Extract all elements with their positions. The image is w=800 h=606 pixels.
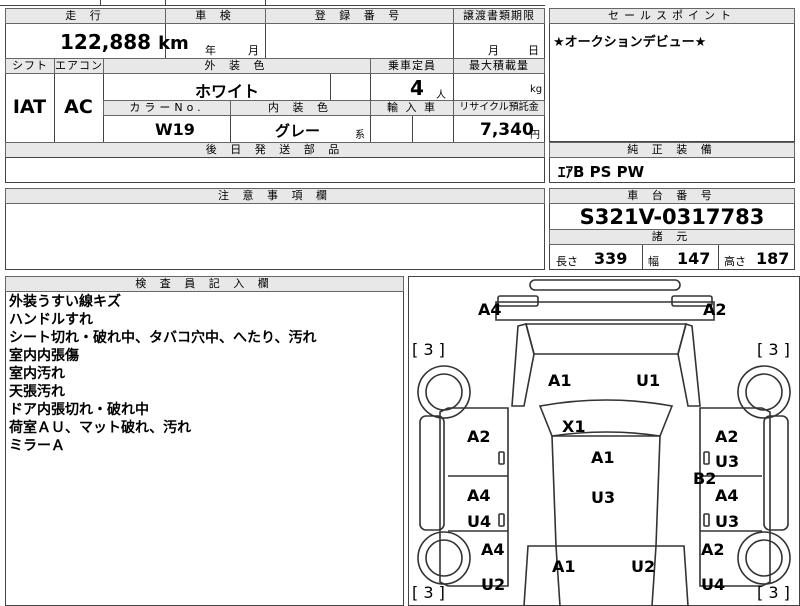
genuine-equipment-header: 純 正 装 備 [549, 142, 795, 158]
damage-right-rear-door-u: U3 [715, 512, 740, 531]
remark-line: 外装うすい線キズ [9, 294, 121, 310]
damage-left-front-door: A2 [467, 427, 491, 446]
damage-hood-left: A1 [548, 371, 572, 390]
import-car-header: 輸 入 車 [370, 100, 454, 116]
hood-shape [524, 323, 688, 355]
registration-header: 登 録 番 号 [265, 8, 454, 24]
damage-hood-right: U1 [636, 371, 661, 390]
tire-depth-rear-right: [ 3 ] [757, 583, 790, 602]
transfer-day-unit: 日 [528, 44, 539, 57]
tire-depth-front-left: [ 3 ] [412, 340, 445, 359]
mileage-number: 122,888 [60, 30, 152, 54]
chassis-header: 車 台 番 号 [549, 188, 795, 204]
mileage-header: 走 行 [5, 8, 166, 24]
damage-roof-lower: U3 [591, 488, 616, 507]
damage-right-front-door-a: A2 [715, 427, 739, 446]
damage-rear-left: A1 [552, 557, 576, 576]
recycle-fee-header: リサイクル預託金 [453, 100, 545, 116]
remark-line: 天張汚れ [9, 384, 65, 400]
mileage-unit: km [158, 33, 189, 54]
damage-right-rear-a: A2 [701, 540, 725, 559]
damage-left-rear-a: A4 [481, 540, 505, 559]
inspection-header: 車 検 [165, 8, 266, 24]
capacity-unit: 人 [436, 90, 446, 101]
windshield-shape [538, 399, 674, 437]
damage-right-b-pillar: B2 [693, 469, 717, 488]
remark-line: シート切れ・破れ中、タバコ穴中、へたり、汚れ [9, 330, 317, 346]
transfer-doc-header: 譲渡書類期限 [453, 8, 545, 24]
shift-value: IAT [12, 96, 47, 118]
damage-windshield: X1 [562, 417, 586, 436]
interior-color-header: 内 装 色 [230, 100, 371, 116]
tire-depth-rear-left: [ 3 ] [412, 583, 445, 602]
remark-line: ミラーＡ [9, 438, 65, 454]
damage-left-rear-door-a: A4 [467, 486, 491, 505]
damage-right-rear-u: U4 [701, 575, 726, 594]
front-grille-shape [495, 301, 715, 321]
remark-line: 荷室ＡＵ、マット破れ、汚れ [9, 420, 192, 436]
later-parts-header: 後 日 発 送 部 品 [5, 142, 545, 158]
remark-line: ハンドルすれ [9, 312, 93, 328]
remark-line: ドア内張切れ・破れ中 [9, 402, 149, 418]
width-label: 幅 [648, 255, 659, 268]
recycle-fee-unit: 円 [530, 130, 540, 141]
aircon-header: エアコン [54, 58, 104, 74]
inspection-year-unit: 年 [205, 44, 216, 57]
height-value: 187 [756, 249, 790, 268]
mileage-value: 122,888 km [60, 30, 189, 54]
sales-point-box [549, 8, 795, 142]
genuine-equipment-value: ｴｱB PS PW [558, 163, 645, 181]
exterior-color-header: 外 装 色 [103, 58, 371, 74]
damage-rear-right: U2 [631, 557, 656, 576]
shift-header: シフト [5, 58, 55, 74]
width-value: 147 [677, 249, 711, 268]
tire-depth-front-right: [ 3 ] [757, 340, 790, 359]
transfer-month-unit: 月 [488, 44, 499, 57]
exterior-color-value: ホワイト [195, 82, 260, 101]
recycle-fee-value: 7,340 [480, 120, 534, 140]
damage-roof-main: A1 [591, 448, 615, 467]
color-no-value: W19 [155, 120, 195, 139]
damage-left-rear-door-u: U4 [467, 512, 492, 531]
capacity-header: 乗車定員 [370, 58, 454, 74]
remark-line: 室内汚れ [9, 366, 65, 382]
max-load-header: 最大積載量 [453, 58, 545, 74]
inspection-month-unit: 月 [248, 44, 259, 57]
color-no-header: カラーNo. [103, 100, 231, 116]
spec-header: 諸 元 [549, 229, 795, 245]
aircon-value: AC [64, 96, 93, 118]
damage-right-rear-door-a: A4 [715, 486, 739, 505]
interior-color-suffix: 系 [355, 130, 365, 141]
max-load-unit: kg [530, 84, 543, 95]
notes-header: 注 意 事 項 欄 [5, 188, 545, 204]
damage-right-front-door-u: U3 [715, 452, 740, 471]
remark-line: 室内内張傷 [9, 348, 79, 364]
length-value: 339 [594, 249, 628, 268]
interior-color-value: グレー [275, 122, 321, 140]
later-parts-area [5, 157, 545, 183]
chassis-number: S321V-0317783 [579, 205, 765, 229]
length-label: 長さ [556, 255, 578, 268]
sales-point-header: セールスポイント [549, 8, 795, 24]
front-bumper-shape [529, 279, 681, 291]
damage-front-left-corner: A4 [478, 300, 502, 319]
top-partial-row [0, 0, 545, 6]
inspector-header: 検 査 員 記 入 欄 [5, 276, 404, 292]
damage-left-rear-u: U2 [481, 575, 506, 594]
height-label: 高さ [724, 255, 746, 268]
sales-point-text: ★オークションデビュー★ [553, 35, 707, 50]
inspector-remarks-list: 外装うすい線キズ ハンドルすれ シート切れ・破れ中、タバコ穴中、へたり、汚れ 室… [9, 293, 401, 455]
capacity-value: 4 [410, 76, 424, 100]
damage-front-right-corner: A2 [703, 300, 727, 319]
